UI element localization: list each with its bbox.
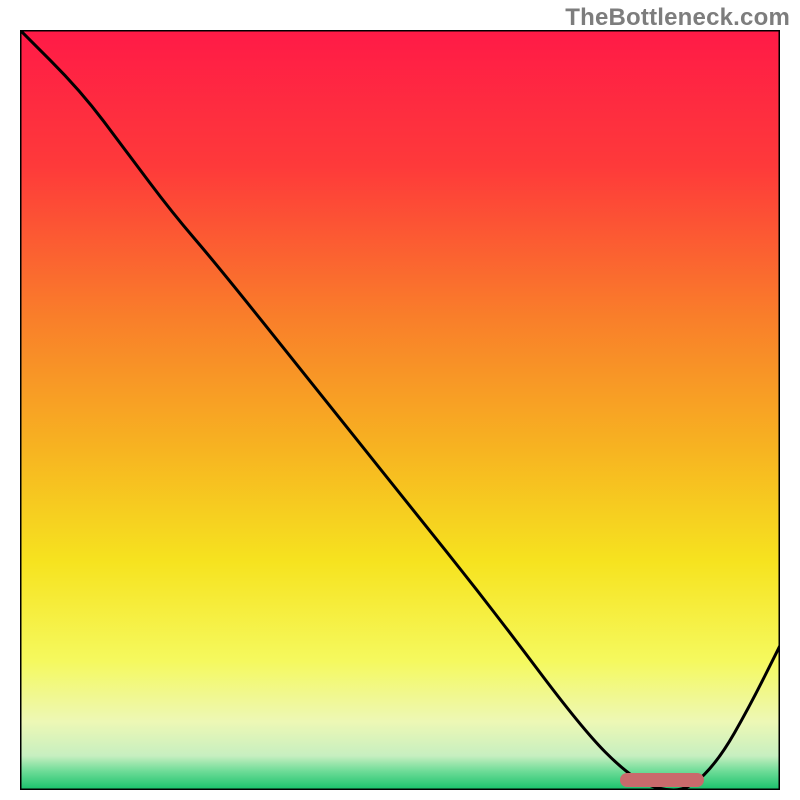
plot-area <box>20 30 780 790</box>
chart-container: TheBottleneck.com <box>0 0 800 800</box>
watermark-text: TheBottleneck.com <box>565 4 790 32</box>
chart-svg <box>20 30 780 790</box>
optimal-range-marker <box>620 773 704 787</box>
gradient-background <box>20 30 780 790</box>
